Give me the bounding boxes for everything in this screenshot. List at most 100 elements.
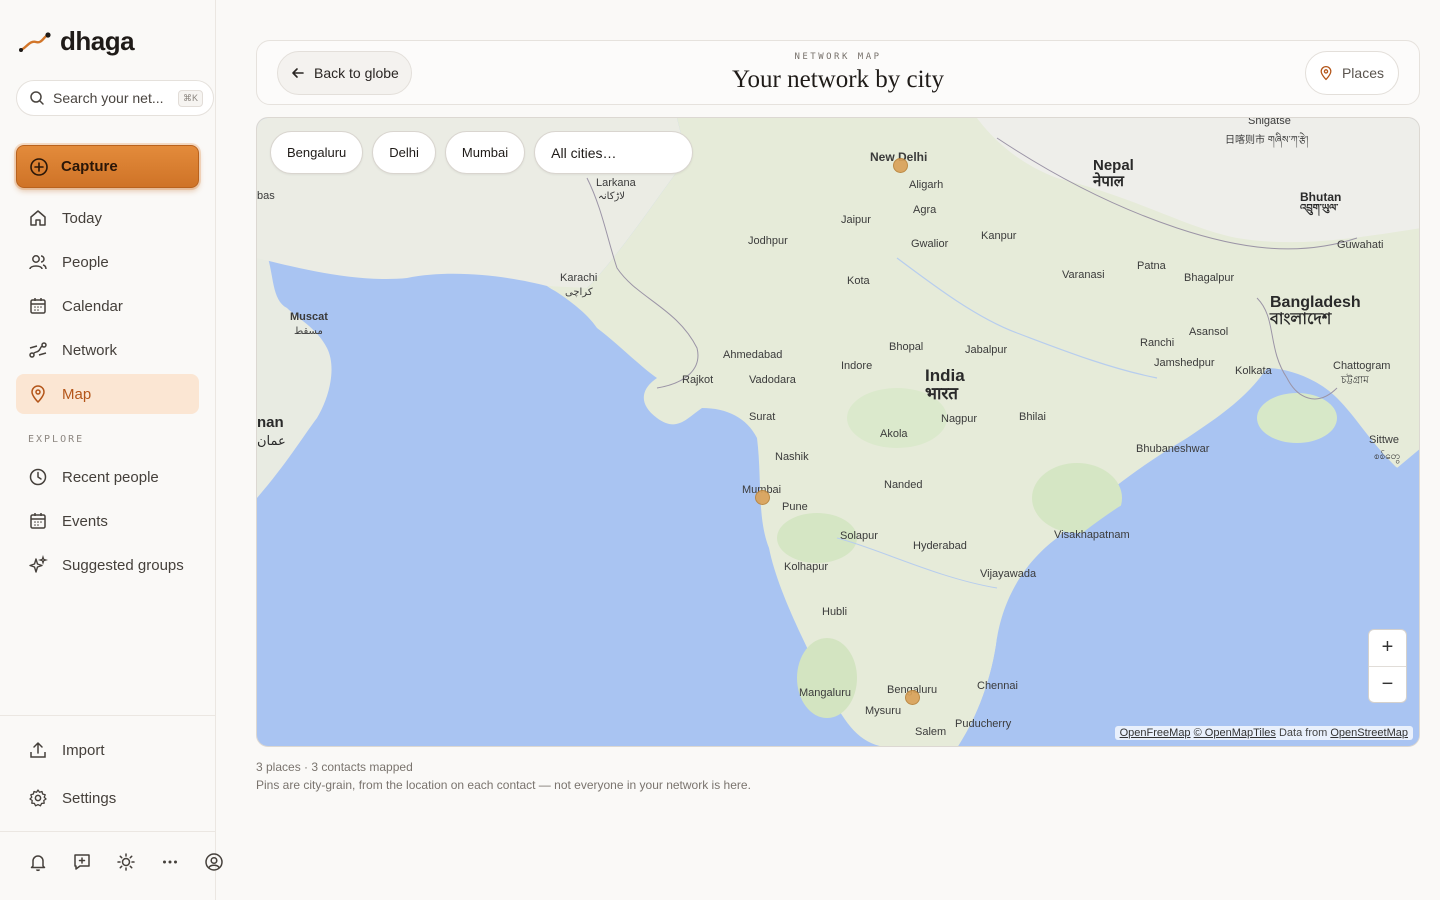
map-pin-icon: [31, 385, 45, 404]
nav-item-suggested-groups[interactable]: Suggested groups: [16, 545, 199, 585]
nav-label: Recent people: [62, 468, 159, 486]
search-input[interactable]: Search your net... ⌘K: [16, 80, 214, 116]
map-label-ahmedabad: Ahmedabad: [723, 349, 783, 361]
people-icon: [29, 255, 47, 270]
map-label-shigatse: Shigatse: [1248, 117, 1291, 127]
nav-item-recent-people[interactable]: Recent people: [16, 457, 199, 497]
openmaptiles-link[interactable]: © OpenMapTiles: [1194, 727, 1276, 739]
places-button[interactable]: Places: [1304, 51, 1399, 95]
more-button[interactable]: [148, 848, 192, 876]
country-native: भारत: [925, 383, 958, 403]
nav-label: Today: [62, 209, 103, 227]
app-logo[interactable]: dhaga: [18, 26, 135, 57]
nav-item-import[interactable]: Import: [16, 730, 199, 770]
nav-label: People: [62, 253, 109, 271]
map-label-jodhpur: Jodhpur: [748, 235, 788, 247]
calendar-icon: [30, 513, 46, 529]
map-label-jaipur: Jaipur: [841, 214, 871, 226]
zoom-out-button[interactable]: −: [1369, 667, 1406, 703]
map-label-sittwe: Sittwe: [1369, 434, 1399, 446]
map-pin-mumbai[interactable]: [755, 490, 770, 505]
chip-mumbai[interactable]: Mumbai: [444, 131, 526, 174]
nav-item-map[interactable]: Map: [16, 374, 199, 414]
search-icon: [30, 91, 44, 105]
openfreemap-link[interactable]: OpenFreeMap: [1120, 727, 1191, 739]
map-label-bhubaneshwar: Bhubaneshwar: [1136, 443, 1210, 455]
sidebar-footer: [16, 848, 236, 876]
map-label-kolkata: Kolkata: [1235, 365, 1272, 377]
capture-button[interactable]: Capture: [16, 145, 199, 188]
map-label-varanasi: Varanasi: [1062, 269, 1105, 281]
map-label-aligarh: Aligarh: [909, 179, 944, 191]
map-label-surat: Surat: [749, 411, 776, 423]
map-label-mangaluru: Mangaluru: [799, 687, 851, 699]
sidebar-divider: [0, 831, 216, 832]
explore-section-label: EXPLORE: [28, 434, 85, 445]
map-label-visakhapatnam: Visakhapatnam: [1054, 529, 1130, 541]
map-label-kolhapur: Kolhapur: [784, 561, 829, 573]
map-label-salem: Salem: [915, 726, 947, 738]
map-label-karachi-native: کراچی: [565, 287, 593, 298]
city-select[interactable]: All cities…: [534, 131, 694, 174]
zoom-in-button[interactable]: +: [1369, 630, 1406, 667]
theme-toggle[interactable]: [104, 848, 148, 876]
map-label-kota: Kota: [847, 275, 870, 287]
notifications-button[interactable]: [16, 848, 60, 876]
nav-item-people[interactable]: People: [16, 242, 199, 282]
openstreetmap-link[interactable]: OpenStreetMap: [1330, 727, 1408, 739]
map-pin-delhi[interactable]: [893, 158, 908, 173]
account-button[interactable]: [192, 848, 236, 876]
map-label-vijayawada: Vijayawada: [980, 568, 1037, 580]
thread-logo-icon: [19, 31, 51, 52]
page-eyebrow: NETWORK MAP: [794, 52, 882, 62]
message-plus-icon: [74, 854, 90, 870]
map-label-solapur: Solapur: [840, 530, 878, 542]
places-label: Places: [1341, 65, 1384, 81]
search-placeholder: Search your net...: [53, 90, 164, 106]
map-label-hyderabad: Hyderabad: [913, 540, 967, 552]
country-native: नेपाल: [1093, 172, 1124, 190]
map-label-nepal: Nepal नेपाल: [1093, 158, 1134, 190]
map-label-bangladesh: Bangladesh বাংলাদেশ: [1270, 294, 1361, 329]
map-label-shigatse-native: 日喀则市 གཞིས་ཀ་རྩེ།: [1225, 135, 1309, 146]
sidebar-divider: [0, 715, 216, 716]
map-label-nashik: Nashik: [775, 451, 809, 463]
app-name: dhaga: [60, 26, 135, 56]
map-label-mysuru: Mysuru: [865, 705, 902, 717]
home-icon: [30, 210, 46, 226]
gear-icon: [29, 789, 47, 807]
nav-label: Suggested groups: [62, 556, 184, 574]
nav-item-settings[interactable]: Settings: [16, 778, 199, 818]
feedback-button[interactable]: [60, 848, 104, 876]
map-label-patna: Patna: [1137, 260, 1166, 272]
map-label-indore: Indore: [841, 360, 873, 372]
map-label-bas: bas: [257, 190, 275, 202]
map-pin-bengaluru[interactable]: [905, 690, 920, 705]
map-label-oman: nan: [257, 414, 284, 431]
calendar-icon: [30, 298, 46, 314]
map-label-gwalior: Gwalior: [911, 238, 949, 250]
nav-item-events[interactable]: Events: [16, 501, 199, 541]
nav-item-network[interactable]: Network: [16, 330, 199, 370]
network-map[interactable]: New Delhi Aligarh Agra Jaipur Gwalior Ka…: [256, 117, 1420, 747]
map-base: [257, 118, 1419, 746]
map-label-muscat-native: مسقط: [294, 326, 323, 337]
plus-circle-icon: [30, 157, 48, 176]
map-label-bhopal: Bhopal: [889, 341, 924, 353]
map-label-pune: Pune: [782, 501, 808, 513]
sidebar: dhaga Search your net... ⌘K Capture Toda…: [0, 0, 223, 900]
nav-label: Calendar: [62, 297, 123, 315]
map-label-akola: Akola: [880, 428, 908, 440]
upload-icon: [30, 742, 46, 758]
chip-bengaluru[interactable]: Bengaluru: [270, 131, 364, 174]
nav-item-today[interactable]: Today: [16, 198, 199, 238]
map-label-india: India भारत: [925, 367, 965, 403]
chip-delhi[interactable]: Delhi: [372, 131, 436, 174]
page-title: Your network by city: [731, 66, 945, 93]
network-icon: [29, 342, 47, 358]
nav-item-calendar[interactable]: Calendar: [16, 286, 199, 326]
bell-icon: [30, 855, 46, 872]
capture-label: Capture: [61, 158, 118, 175]
clock-icon: [29, 468, 47, 486]
sparkle-icon: [29, 555, 48, 573]
